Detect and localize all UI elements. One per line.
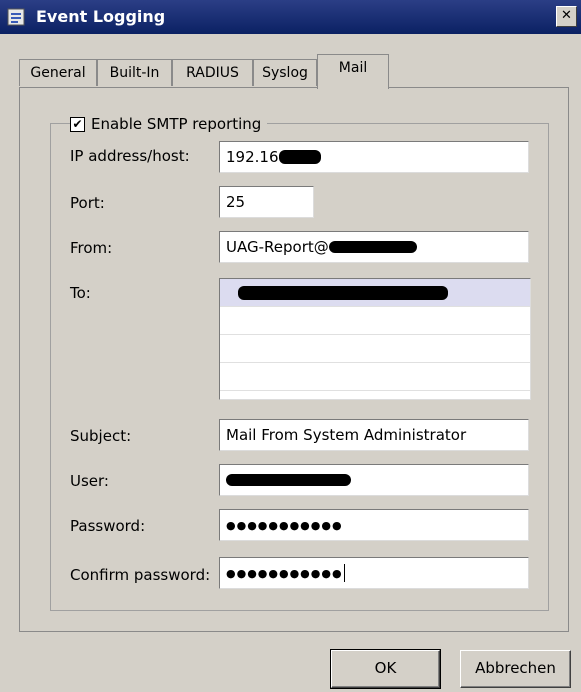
- enable-smtp-checkbox-row[interactable]: ✔ Enable SMTP reporting: [70, 113, 268, 135]
- tab-mail[interactable]: Mail: [317, 54, 389, 89]
- enable-smtp-checkbox[interactable]: ✔: [70, 116, 85, 132]
- tab-radius[interactable]: RADIUS: [172, 59, 253, 86]
- tab-syslog[interactable]: Syslog: [253, 59, 317, 86]
- ip-value: 192.16: [226, 148, 279, 166]
- subject-label: Subject:: [70, 427, 132, 445]
- user-field[interactable]: [219, 464, 529, 496]
- port-label: Port:: [70, 194, 105, 212]
- title-bar: Event Logging ✕: [0, 0, 581, 34]
- redacted-block: [278, 150, 321, 164]
- to-recipients-list[interactable]: [219, 278, 531, 400]
- ip-label: IP address/host:: [70, 147, 190, 165]
- from-label: From:: [70, 239, 113, 257]
- to-label: To:: [70, 284, 91, 302]
- from-field[interactable]: UAG-Report@: [219, 231, 529, 263]
- port-field[interactable]: 25: [219, 186, 314, 218]
- redacted-block: [328, 241, 417, 253]
- tab-general[interactable]: General: [19, 59, 97, 86]
- list-item[interactable]: [220, 363, 530, 391]
- redacted-block: [226, 474, 351, 486]
- ok-button[interactable]: OK: [330, 649, 441, 689]
- confirm-password-label: Confirm password:: [70, 566, 211, 584]
- list-item[interactable]: [220, 335, 530, 363]
- window-icon: [7, 8, 25, 26]
- confirm-password-field[interactable]: ●●●●●●●●●●●: [219, 557, 529, 589]
- list-item[interactable]: [220, 279, 530, 307]
- redacted-block: [238, 286, 448, 300]
- password-label: Password:: [70, 517, 146, 535]
- user-label: User:: [70, 472, 109, 490]
- list-item[interactable]: [220, 307, 530, 335]
- ip-address-field[interactable]: 192.16: [219, 141, 529, 173]
- close-button[interactable]: ✕: [556, 6, 577, 27]
- from-value: UAG-Report@: [226, 238, 329, 256]
- tab-built-in[interactable]: Built-In: [97, 59, 172, 86]
- password-field[interactable]: ●●●●●●●●●●●: [219, 509, 529, 541]
- subject-field[interactable]: Mail From System Administrator: [219, 419, 529, 451]
- window-title: Event Logging: [36, 7, 166, 26]
- cancel-button[interactable]: Abbrechen: [460, 650, 571, 688]
- text-caret: [343, 564, 345, 582]
- enable-smtp-label: Enable SMTP reporting: [91, 115, 262, 133]
- confirm-password-value: ●●●●●●●●●●●: [226, 566, 343, 580]
